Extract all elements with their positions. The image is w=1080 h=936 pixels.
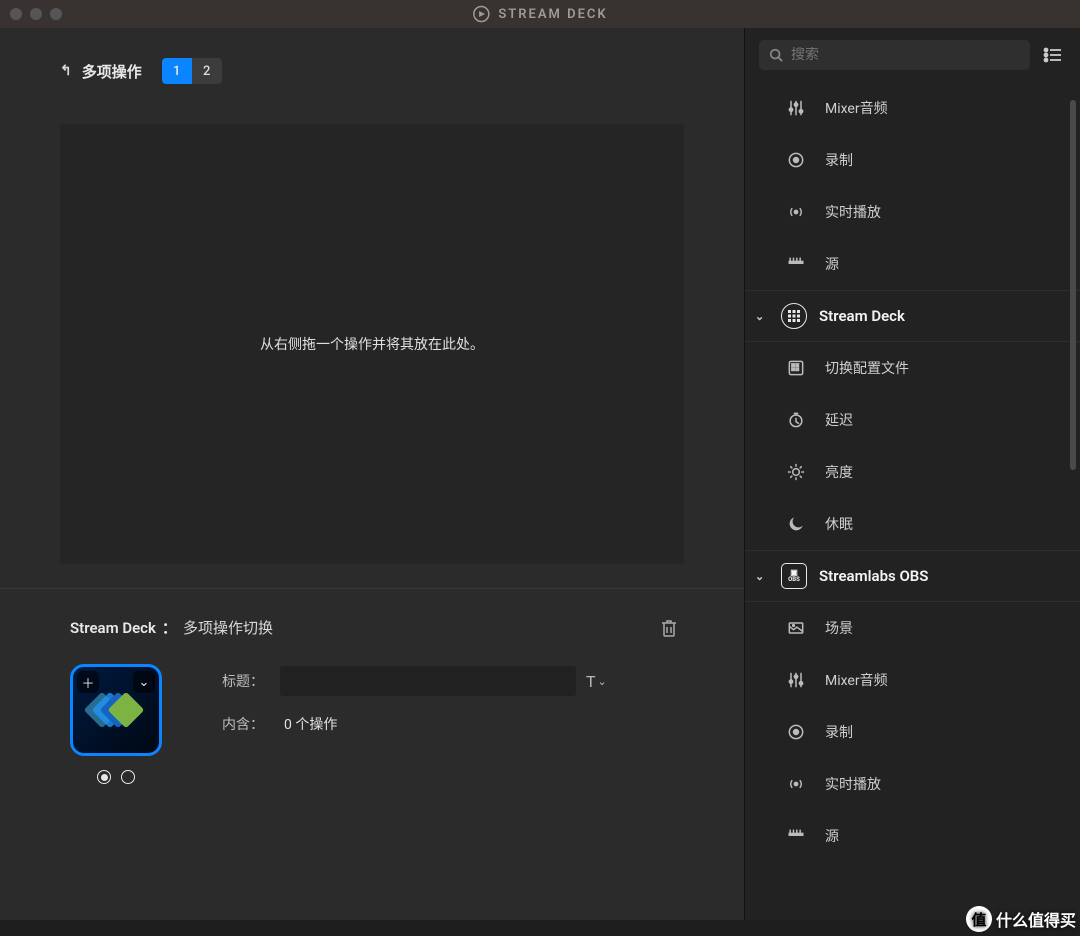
action-live[interactable]: 实时播放 <box>745 758 1080 810</box>
action-scene[interactable]: 场景 <box>745 602 1080 654</box>
profile-icon <box>785 357 807 379</box>
title-input[interactable] <box>280 666 576 696</box>
mixer-icon <box>785 669 807 691</box>
action-label: 切换配置文件 <box>825 358 909 378</box>
source-icon <box>785 253 807 275</box>
scene-icon <box>785 617 807 639</box>
back-icon[interactable]: ↰ <box>60 63 72 79</box>
category-stream-deck[interactable]: ⌄ Stream Deck <box>745 290 1080 342</box>
action-sleep[interactable]: 休眠 <box>745 498 1080 550</box>
action-live[interactable]: 实时播放 <box>745 186 1080 238</box>
scrollbar[interactable] <box>1070 100 1076 470</box>
action-source[interactable]: 源 <box>745 810 1080 862</box>
live-icon <box>785 773 807 795</box>
search-input[interactable] <box>791 47 1020 63</box>
chevron-down-icon: ⌄ <box>755 570 769 583</box>
state-dot-1[interactable] <box>97 770 111 784</box>
app-title: STREAM DECK <box>472 5 607 23</box>
action-label: 源 <box>825 254 839 274</box>
key-state-dots <box>70 770 162 784</box>
trash-icon <box>660 618 678 638</box>
search-field[interactable] <box>759 40 1030 70</box>
source-icon <box>785 825 807 847</box>
action-label: 录制 <box>825 722 853 742</box>
obs-icon: ▣OBS <box>781 563 807 589</box>
close-dot[interactable] <box>10 8 22 20</box>
action-label: 休眠 <box>825 514 853 534</box>
action-label: Mixer音频 <box>825 98 888 118</box>
elgato-logo-icon <box>472 5 490 23</box>
titlebar: STREAM DECK <box>0 0 1080 28</box>
category-streamlabs-obs[interactable]: ⌄ ▣OBS Streamlabs OBS <box>745 550 1080 602</box>
action-label: 实时播放 <box>825 774 881 794</box>
action-mixer[interactable]: Mixer音频 <box>745 654 1080 706</box>
record-icon <box>785 149 807 171</box>
state-dot-2[interactable] <box>121 770 135 784</box>
page-tab-2[interactable]: 2 <box>192 58 222 84</box>
inspector-fields: 标题： T ⌄ 内含： 0 个操作 <box>222 664 724 784</box>
multiaction-icon <box>95 689 137 731</box>
action-profile[interactable]: 切换配置文件 <box>745 342 1080 394</box>
main-panel: ↰ 多项操作 1 2 从右侧拖一个操作并将其放在此处。 Stream Deck：… <box>0 28 744 920</box>
key-preview: ＋ ⌄ <box>70 664 162 784</box>
minimize-dot[interactable] <box>30 8 42 20</box>
dropzone-hint: 从右侧拖一个操作并将其放在此处。 <box>260 334 484 354</box>
zoom-dot[interactable] <box>50 8 62 20</box>
action-sidebar: Mixer音频录制实时播放源 ⌄Stream Deck切换配置文件延迟亮度休眠⌄… <box>744 28 1080 920</box>
category-label: Streamlabs OBS <box>819 567 928 585</box>
action-label: Mixer音频 <box>825 670 888 690</box>
page-tab-1[interactable]: 1 <box>162 58 192 84</box>
key-tile[interactable]: ＋ ⌄ <box>70 664 162 756</box>
action-label: 亮度 <box>825 462 853 482</box>
search-icon <box>769 48 783 62</box>
page-tabs: 1 2 <box>162 58 222 84</box>
inspector: Stream Deck：多项操作切换 ＋ ⌄ <box>0 588 744 920</box>
live-icon <box>785 201 807 223</box>
action-source[interactable]: 源 <box>745 238 1080 290</box>
action-record[interactable]: 录制 <box>745 706 1080 758</box>
chevron-down-icon: ⌄ <box>755 310 769 323</box>
action-label: 延迟 <box>825 410 853 430</box>
delete-button[interactable] <box>660 618 678 638</box>
delay-icon <box>785 409 807 431</box>
record-icon <box>785 721 807 743</box>
grid-icon <box>781 303 807 329</box>
list-icon <box>1043 47 1063 63</box>
page-header: ↰ 多项操作 1 2 <box>0 28 744 94</box>
category-label: Stream Deck <box>819 307 905 325</box>
action-label: 场景 <box>825 618 853 638</box>
action-mixer[interactable]: Mixer音频 <box>745 82 1080 134</box>
inspector-title: Stream Deck：多项操作切换 <box>70 617 724 638</box>
watermark: 值 什么值得买 <box>966 906 1076 932</box>
action-label: 实时播放 <box>825 202 881 222</box>
count-value: 0 个操作 <box>284 714 337 734</box>
page-title: 多项操作 <box>82 61 142 82</box>
action-brightness[interactable]: 亮度 <box>745 446 1080 498</box>
count-label: 内含： <box>222 714 270 734</box>
window-controls <box>10 8 62 20</box>
brightness-icon <box>785 461 807 483</box>
title-style-button[interactable]: T ⌄ <box>586 672 607 691</box>
sleep-icon <box>785 513 807 535</box>
watermark-icon: 值 <box>966 906 992 932</box>
action-label: 源 <box>825 826 839 846</box>
title-label: 标题： <box>222 671 270 691</box>
action-label: 录制 <box>825 150 853 170</box>
view-toggle-button[interactable] <box>1040 42 1066 68</box>
action-dropzone[interactable]: 从右侧拖一个操作并将其放在此处。 <box>60 124 684 564</box>
action-record[interactable]: 录制 <box>745 134 1080 186</box>
action-delay[interactable]: 延迟 <box>745 394 1080 446</box>
action-list: Mixer音频录制实时播放源 ⌄Stream Deck切换配置文件延迟亮度休眠⌄… <box>745 82 1080 920</box>
mixer-icon <box>785 97 807 119</box>
